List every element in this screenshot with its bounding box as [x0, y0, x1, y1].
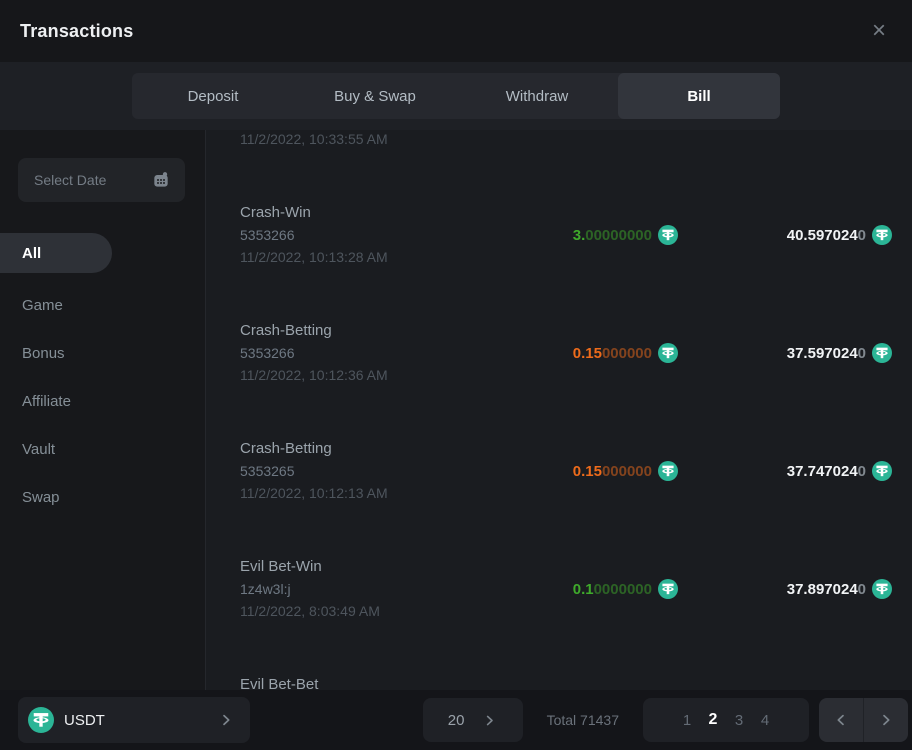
page-button-2[interactable]: 2 — [708, 711, 718, 729]
date-filter-input[interactable]: Select Date — [18, 158, 185, 202]
tether-icon — [872, 343, 892, 363]
transaction-amount: 0.10000000 — [573, 579, 678, 599]
transaction-info: Evil Bet-Bet — [240, 674, 480, 690]
tether-icon — [872, 461, 892, 481]
transaction-info: 11/2/2022, 10:33:55 AM — [240, 130, 480, 150]
transaction-timestamp: 11/2/2022, 10:13:28 AM — [240, 246, 480, 268]
transaction-name: Crash-Betting — [240, 438, 480, 460]
tether-icon — [28, 707, 54, 733]
transaction-name: Evil Bet-Win — [240, 556, 480, 578]
transaction-balance: 37.7470240 — [692, 461, 892, 481]
page-button-3[interactable]: 3 — [734, 712, 744, 729]
chevron-left-icon — [833, 712, 849, 728]
sidebar-item-swap[interactable]: Swap — [0, 473, 205, 521]
currency-label: USDT — [64, 712, 105, 729]
transaction-timestamp: 11/2/2022, 10:33:55 AM — [240, 130, 480, 150]
transaction-info: Evil Bet-Win 1z4w3l:j 11/2/2022, 8:03:49… — [240, 556, 480, 622]
tab-group: DepositBuy & SwapWithdrawBill — [132, 73, 780, 119]
tab-bill[interactable]: Bill — [618, 73, 780, 119]
pagination-nav — [819, 698, 908, 742]
transaction-row: Evil Bet-Bet — [240, 674, 892, 690]
sidebar: Select Date All GameBonusAffiliateVaultSw… — [0, 130, 206, 690]
total-count-label: Total 71437 — [547, 712, 619, 728]
prev-page-button[interactable] — [819, 698, 863, 742]
transaction-name: Evil Bet-Bet — [240, 674, 480, 690]
tab-deposit[interactable]: Deposit — [132, 73, 294, 119]
sidebar-item-vault[interactable]: Vault — [0, 425, 205, 473]
tether-icon — [658, 225, 678, 245]
transaction-name: Crash-Win — [240, 202, 480, 224]
tab-withdraw[interactable]: Withdraw — [456, 73, 618, 119]
transaction-timestamp: 11/2/2022, 10:12:36 AM — [240, 364, 480, 386]
sidebar-item-game[interactable]: Game — [0, 281, 205, 329]
chevron-right-icon — [878, 712, 894, 728]
tether-icon — [658, 343, 678, 363]
transaction-balance: 40.5970240 — [692, 225, 892, 245]
category-filter-list: All GameBonusAffiliateVaultSwap — [0, 233, 205, 521]
transaction-amount: 3.00000000 — [573, 225, 678, 245]
page-button-4[interactable]: 4 — [760, 712, 770, 729]
currency-selector[interactable]: USDT — [18, 697, 250, 743]
transaction-row: Crash-Betting 5353265 11/2/2022, 10:12:1… — [240, 438, 892, 504]
next-page-button[interactable] — [863, 698, 908, 742]
page-size-selector[interactable]: 20 — [423, 698, 523, 742]
page-button-1[interactable]: 1 — [682, 712, 692, 729]
transaction-info: Crash-Win 5353266 11/2/2022, 10:13:28 AM — [240, 202, 480, 268]
modal-footer: USDT 20 Total 71437 1234 — [0, 690, 912, 750]
tether-icon — [872, 579, 892, 599]
transaction-id: 5353265 — [240, 460, 480, 482]
chevron-right-icon — [482, 713, 497, 728]
transaction-id: 5353266 — [240, 224, 480, 246]
transaction-row: Evil Bet-Win 1z4w3l:j 11/2/2022, 8:03:49… — [240, 556, 892, 622]
transaction-name: Crash-Betting — [240, 320, 480, 342]
page-size-value: 20 — [448, 712, 465, 729]
transaction-list: 11/2/2022, 10:33:55 AM Crash-Win 5353266… — [206, 130, 912, 690]
sidebar-item-all[interactable]: All — [0, 233, 112, 273]
transaction-timestamp: 11/2/2022, 8:03:49 AM — [240, 600, 480, 622]
transaction-row: Crash-Betting 5353266 11/2/2022, 10:12:3… — [240, 320, 892, 386]
page-title: Transactions — [20, 21, 133, 42]
modal-body: Select Date All GameBonusAffiliateVaultSw… — [0, 130, 912, 690]
close-icon[interactable]: × — [872, 19, 886, 43]
tab-buy-swap[interactable]: Buy & Swap — [294, 73, 456, 119]
date-placeholder: Select Date — [34, 172, 106, 188]
chevron-right-icon — [218, 712, 234, 728]
transaction-row: Crash-Win 5353266 11/2/2022, 10:13:28 AM… — [240, 202, 892, 268]
transaction-balance: 37.8970240 — [692, 579, 892, 599]
transaction-row: 11/2/2022, 10:33:55 AM — [240, 130, 892, 150]
transaction-info: Crash-Betting 5353265 11/2/2022, 10:12:1… — [240, 438, 480, 504]
transaction-amount: 0.15000000 — [573, 461, 678, 481]
transaction-id: 1z4w3l:j — [240, 578, 480, 600]
pagination: 1234 — [643, 698, 809, 742]
transaction-balance: 37.5970240 — [692, 343, 892, 363]
tab-strip: DepositBuy & SwapWithdrawBill — [0, 62, 912, 130]
transaction-id: 5353266 — [240, 342, 480, 364]
transaction-amount: 0.15000000 — [573, 343, 678, 363]
transaction-info: Crash-Betting 5353266 11/2/2022, 10:12:3… — [240, 320, 480, 386]
calendar-icon — [151, 170, 171, 190]
sidebar-item-affiliate[interactable]: Affiliate — [0, 377, 205, 425]
tether-icon — [658, 579, 678, 599]
modal-header: Transactions × — [0, 0, 912, 62]
transaction-timestamp: 11/2/2022, 10:12:13 AM — [240, 482, 480, 504]
tether-icon — [872, 225, 892, 245]
transactions-modal: Transactions × DepositBuy & SwapWithdraw… — [0, 0, 912, 750]
sidebar-item-bonus[interactable]: Bonus — [0, 329, 205, 377]
tether-icon — [658, 461, 678, 481]
